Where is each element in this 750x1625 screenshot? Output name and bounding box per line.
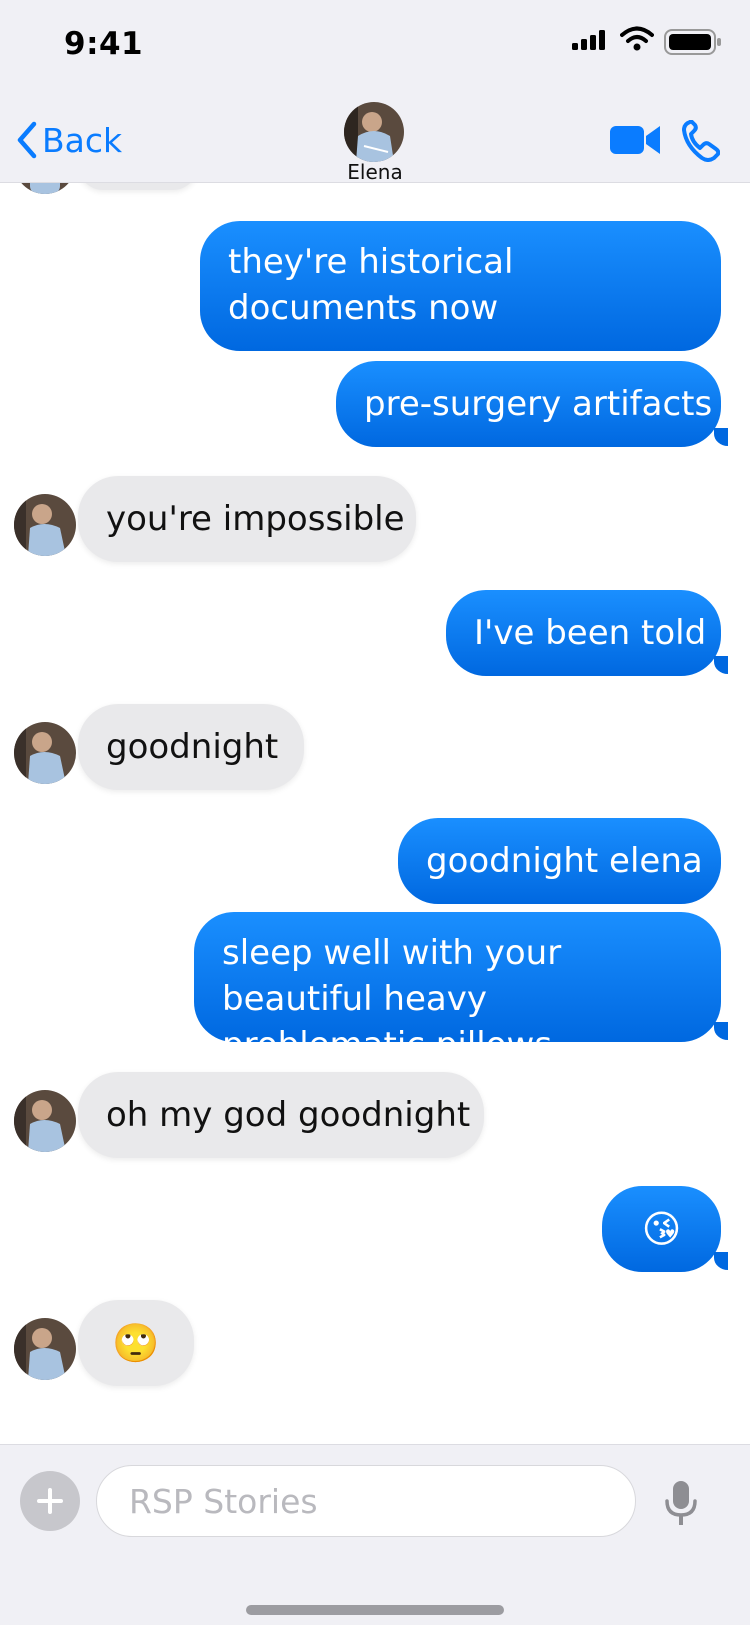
message-thread[interactable]: they're historical documents now pre-sur… bbox=[0, 0, 750, 1444]
phone-call-icon[interactable] bbox=[682, 119, 721, 166]
contact-avatar[interactable] bbox=[344, 102, 404, 162]
status-time: 9:41 bbox=[64, 26, 144, 62]
message-bubble-incoming-emoji[interactable]: 🙄 bbox=[78, 1300, 194, 1386]
back-label: Back bbox=[42, 120, 123, 160]
wifi-icon bbox=[620, 26, 654, 56]
message-bubble-outgoing[interactable]: I've been told bbox=[446, 590, 721, 676]
plus-icon bbox=[37, 1488, 63, 1514]
plus-button[interactable] bbox=[20, 1471, 80, 1531]
message-bubble-incoming[interactable]: oh my god goodnight bbox=[78, 1072, 484, 1158]
top-bar: 9:41 Back Elena bbox=[0, 0, 750, 184]
contact-avatar-small bbox=[14, 1318, 76, 1380]
battery-icon bbox=[664, 28, 722, 60]
message-input-placeholder: RSP Stories bbox=[129, 1481, 318, 1521]
message-bubble-outgoing[interactable]: pre-surgery artifacts bbox=[336, 361, 721, 447]
video-call-icon[interactable] bbox=[610, 124, 660, 160]
message-bubble-incoming[interactable]: goodnight bbox=[78, 704, 304, 790]
contact-avatar-small bbox=[14, 722, 76, 784]
message-bubble-outgoing[interactable]: goodnight elena bbox=[398, 818, 721, 904]
message-bubble-incoming[interactable]: you're impossible bbox=[78, 476, 416, 562]
message-input[interactable]: RSP Stories bbox=[96, 1465, 636, 1537]
microphone-icon[interactable] bbox=[664, 1479, 698, 1531]
bubble-tail bbox=[714, 428, 728, 446]
composer-bar: RSP Stories bbox=[0, 1444, 750, 1625]
message-bubble-outgoing[interactable]: they're historical documents now bbox=[200, 221, 721, 351]
contact-avatar-small bbox=[14, 1090, 76, 1152]
message-bubble-outgoing-emoji[interactable]: 😘 bbox=[602, 1186, 721, 1272]
chevron-left-icon bbox=[17, 121, 37, 159]
bubble-tail bbox=[714, 1022, 728, 1040]
message-bubble-outgoing[interactable]: sleep well with your beautiful heavy pro… bbox=[194, 912, 721, 1065]
cellular-signal-icon bbox=[572, 30, 608, 54]
back-button[interactable]: Back bbox=[12, 116, 122, 164]
home-indicator[interactable] bbox=[246, 1605, 504, 1615]
bubble-tail bbox=[714, 656, 728, 674]
contact-avatar-small bbox=[14, 494, 76, 556]
contact-name[interactable]: Elena bbox=[0, 160, 750, 184]
bubble-tail bbox=[714, 1252, 728, 1270]
